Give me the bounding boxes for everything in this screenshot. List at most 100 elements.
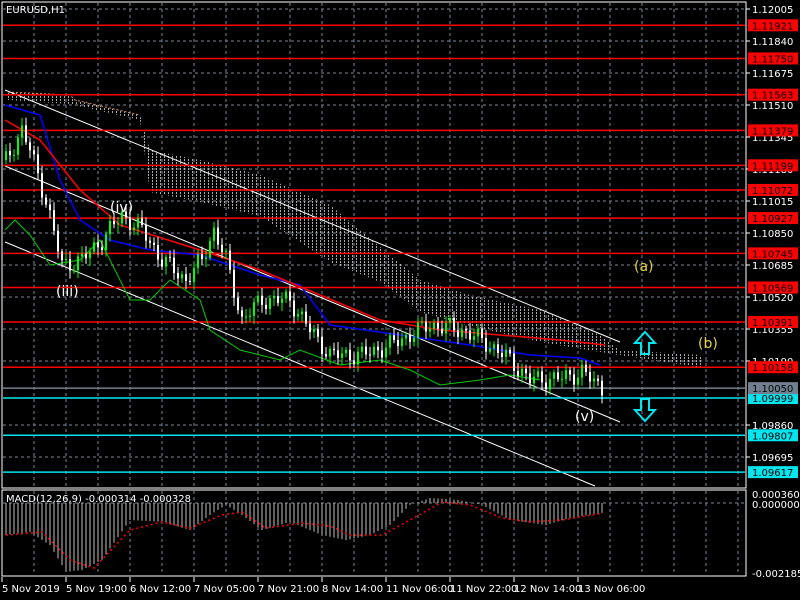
candle-body bbox=[141, 217, 143, 225]
candle-body bbox=[517, 371, 519, 376]
candle-body bbox=[165, 256, 167, 267]
arrow-down-icon bbox=[632, 398, 658, 423]
candle-body bbox=[481, 328, 483, 338]
candle-body bbox=[457, 330, 459, 337]
candle-body bbox=[93, 242, 95, 252]
price-axis-label: 1.10850 bbox=[752, 229, 793, 240]
candle-body bbox=[221, 244, 223, 252]
candle-body bbox=[433, 322, 435, 329]
candle-body bbox=[497, 344, 499, 353]
macd-signal-line bbox=[5, 501, 603, 569]
candle-body bbox=[253, 302, 255, 316]
red-level-label: 1.11199 bbox=[752, 161, 793, 172]
time-axis-label: 13 Nov 06:00 bbox=[578, 584, 645, 595]
macd-label: MACD(12,26,9) -0.000314 -0.000328 bbox=[6, 494, 191, 505]
wave-label-v: (v) bbox=[575, 409, 594, 425]
candle-body bbox=[601, 380, 603, 396]
candle-body bbox=[41, 173, 43, 198]
candle-body bbox=[109, 220, 111, 235]
candle-body bbox=[197, 254, 199, 268]
price-axis-label: 1.09695 bbox=[752, 453, 793, 464]
candle-body bbox=[581, 364, 583, 378]
red-level-label: 1.11072 bbox=[752, 186, 793, 197]
candle-body bbox=[181, 274, 183, 279]
candle-body bbox=[101, 247, 103, 251]
candle-body bbox=[321, 336, 323, 355]
candle-body bbox=[441, 328, 443, 334]
price-axis-label: 1.12005 bbox=[752, 5, 793, 16]
time-axis-label: 7 Nov 21:00 bbox=[258, 584, 319, 595]
candle-body bbox=[49, 204, 51, 211]
candle-body bbox=[293, 300, 295, 317]
candle-body bbox=[69, 259, 71, 271]
candle-body bbox=[261, 295, 263, 305]
candle-body bbox=[145, 224, 147, 241]
candle-body bbox=[117, 223, 119, 225]
candle-body bbox=[445, 322, 447, 334]
candle-body bbox=[573, 374, 575, 385]
candle-body bbox=[233, 269, 235, 298]
candle-body bbox=[301, 311, 303, 315]
candle-body bbox=[237, 297, 239, 311]
macd-indicator bbox=[5, 497, 603, 572]
candle-body bbox=[349, 349, 351, 361]
candle-body bbox=[485, 337, 487, 352]
candle-body bbox=[429, 328, 431, 332]
time-axis-label: 5 Nov 19:00 bbox=[66, 584, 127, 595]
candle-body bbox=[269, 298, 271, 309]
candle-body bbox=[397, 339, 399, 347]
candle-body bbox=[345, 349, 347, 354]
candle-body bbox=[589, 372, 591, 382]
candle-body bbox=[309, 323, 311, 333]
candle-body bbox=[557, 372, 559, 380]
candle-body bbox=[81, 253, 83, 257]
time-axis-label: 12 Nov 14:00 bbox=[514, 584, 581, 595]
candle-body bbox=[565, 370, 567, 380]
price-axis-label: 1.11015 bbox=[752, 197, 793, 208]
candle-body bbox=[489, 348, 491, 352]
candle-body bbox=[353, 360, 355, 365]
candle-body bbox=[241, 310, 243, 317]
candle-body bbox=[381, 350, 383, 358]
candle-body bbox=[537, 371, 539, 377]
macd-axis-label-bottom: -0.002185 bbox=[752, 569, 800, 580]
candle-body bbox=[61, 251, 63, 261]
candle-body bbox=[85, 253, 87, 259]
candle-body bbox=[425, 321, 427, 332]
candle-body bbox=[249, 315, 251, 317]
candle-body bbox=[389, 335, 391, 348]
candle-body bbox=[529, 373, 531, 384]
candle-body bbox=[157, 244, 159, 260]
candle-body bbox=[361, 346, 363, 352]
candle-body bbox=[133, 227, 135, 231]
price-axis-label: 1.11840 bbox=[752, 37, 793, 48]
candle-body bbox=[501, 352, 503, 357]
candle-body bbox=[189, 280, 191, 283]
candle-body bbox=[561, 379, 563, 381]
candle-body bbox=[169, 256, 171, 258]
candle-body bbox=[405, 334, 407, 339]
candle-body bbox=[201, 254, 203, 260]
ichimoku-cloud bbox=[8, 92, 705, 368]
candle-body bbox=[129, 217, 131, 231]
candle-body bbox=[225, 250, 227, 252]
candle-body bbox=[421, 321, 423, 323]
candle-body bbox=[465, 329, 467, 331]
time-axis-label: 5 Nov 2019 bbox=[2, 584, 60, 595]
candle-body bbox=[593, 378, 595, 382]
red-level-label: 1.10927 bbox=[752, 214, 793, 225]
red-level-label: 1.10158 bbox=[752, 363, 793, 374]
candle-body bbox=[161, 259, 163, 267]
candle-body bbox=[77, 256, 79, 271]
price-axis-label: 1.10520 bbox=[752, 293, 793, 304]
candle-body bbox=[357, 351, 359, 365]
candle-body bbox=[29, 142, 31, 151]
candle-body bbox=[25, 125, 27, 143]
candle-body bbox=[205, 257, 207, 260]
trading-chart[interactable]: (iv) (iii) (v) (a) (b) EURUSD,H1 MACD(12… bbox=[0, 0, 800, 600]
candle-body bbox=[305, 311, 307, 324]
red-level-label: 1.11379 bbox=[752, 126, 793, 137]
candle-body bbox=[577, 377, 579, 385]
candle-body bbox=[325, 354, 327, 357]
candle-body bbox=[365, 346, 367, 355]
